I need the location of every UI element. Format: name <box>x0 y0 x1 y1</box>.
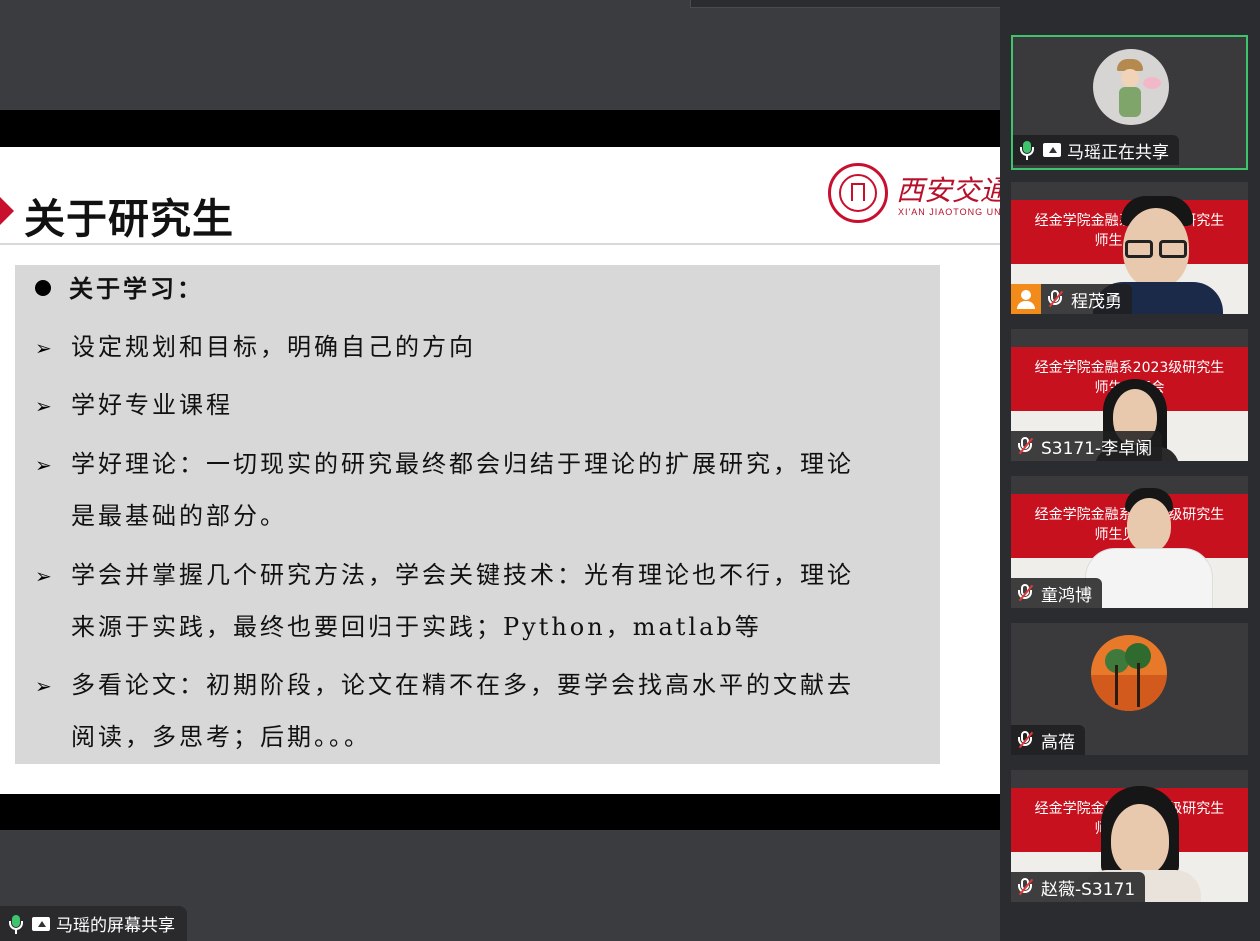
logo-chinese-name: 西安交通大 <box>896 174 1000 207</box>
university-seal-icon <box>828 163 888 223</box>
participant-name-pill: 马瑶正在共享 <box>1013 135 1179 165</box>
bullet-continuation: 阅读，多思考；后期。。。 <box>71 723 371 751</box>
title-divider <box>0 243 1000 245</box>
participant-name: 马瑶正在共享 <box>1067 142 1169 163</box>
participant-name: 赵薇-S3171 <box>1041 879 1136 900</box>
participant-name-pill: 高蓓 <box>1011 725 1085 755</box>
arrow-bullet-icon: ➢ <box>35 564 52 588</box>
participant-name: 童鸿博 <box>1041 585 1092 606</box>
bullet-continuation: 来源于实践，最终也要回归于实践；Python，matlab等 <box>71 613 762 641</box>
screen-share-icon <box>32 916 50 931</box>
letterbox-top <box>0 110 1000 147</box>
bullet-item: ➢ 学好专业课程 <box>35 391 233 419</box>
avatar <box>1091 635 1167 711</box>
microphone-muted-icon <box>1017 583 1034 603</box>
participant-tile-zhaowei[interactable]: 经金学院金融系2023级研究生 师生见面会 赵薇-S3171 <box>1011 770 1248 902</box>
title-marker-icon <box>0 197 14 225</box>
participant-tile-lizhuolan[interactable]: 经金学院金融系2023级研究生 师生见面会 S3171-李卓阑 <box>1011 329 1248 461</box>
microphone-muted-icon <box>1047 289 1064 309</box>
shared-slide: 关于研究生 西安交通大 XI'AN JIAOTONG UNI 关于学习： ➢设定… <box>0 147 1000 794</box>
presenter-name: 马瑶的屏幕共享 <box>56 916 175 936</box>
host-icon <box>1011 284 1041 314</box>
participant-name: 程茂勇 <box>1071 291 1122 312</box>
arrow-bullet-icon: ➢ <box>35 674 52 698</box>
participant-name: 高蓓 <box>1041 732 1075 753</box>
top-control-bar[interactable] <box>690 0 1052 8</box>
microphone-muted-icon <box>1017 436 1034 456</box>
logo-english-name: XI'AN JIAOTONG UNI <box>898 207 1000 217</box>
participant-name: S3171-李卓阑 <box>1041 438 1153 459</box>
bullet-heading: 关于学习： <box>35 269 204 304</box>
slide-content-box: 关于学习： ➢ 设定规划和目标，明确自己的方向 ➢ 学好专业课程 ➢ 学好理论：一切现… <box>15 265 940 764</box>
participant-name-pill: S3171-李卓阑 <box>1011 431 1163 461</box>
bullet-item: ➢ 多看论文：初期阶段，论文在精不在多，要学会找高水平的文献去 <box>35 671 854 699</box>
bullet-dot-icon <box>35 279 51 296</box>
microphone-icon <box>1019 140 1035 160</box>
participant-name-pill: 赵薇-S3171 <box>1011 872 1146 902</box>
participant-name-pill: 童鸿博 <box>1011 578 1102 608</box>
arrow-bullet-icon: ➢ <box>35 336 52 360</box>
microphone-icon <box>8 914 24 934</box>
arrow-bullet-icon: ➢ <box>35 394 52 418</box>
screen-share-icon <box>1043 143 1061 157</box>
avatar <box>1093 49 1169 125</box>
microphone-muted-icon <box>1017 877 1034 897</box>
participant-tile-mayao[interactable]: 马瑶正在共享 <box>1011 35 1248 170</box>
university-logo: 西安交通大 XI'AN JIAOTONG UNI <box>828 163 1000 223</box>
presenter-label: 马瑶的屏幕共享 <box>0 906 187 941</box>
arrow-bullet-icon: ➢ <box>35 453 52 477</box>
bullet-item: ➢ 学会并掌握几个研究方法，学会关键技术：光有理论也不行，理论 <box>35 561 854 589</box>
bullet-item: ➢ 设定规划和目标，明确自己的方向 <box>35 333 476 361</box>
shared-screen-stage: 关于研究生 西安交通大 XI'AN JIAOTONG UNI 关于学习： ➢设定… <box>0 0 1052 941</box>
microphone-muted-icon <box>1017 730 1034 750</box>
participant-tile-tonghongbo[interactable]: 经金学院金融系2023级研究生 师生见面会 童鸿博 <box>1011 476 1248 608</box>
bullet-continuation: 是最基础的部分。 <box>71 502 287 530</box>
bullet-item: ➢ 学好理论：一切现实的研究最终都会归结于理论的扩展研究，理论 <box>35 450 854 478</box>
participant-tile-chengmaoyong[interactable]: 经金学院金融系2023级研究生 师生见面会 程茂勇 <box>1011 182 1248 314</box>
participant-name-pill: 程茂勇 <box>1041 284 1132 314</box>
participant-tile-gaobei[interactable]: 高蓓 <box>1011 623 1248 755</box>
slide-title: 关于研究生 <box>24 195 234 243</box>
letterbox-bottom <box>0 794 1000 830</box>
